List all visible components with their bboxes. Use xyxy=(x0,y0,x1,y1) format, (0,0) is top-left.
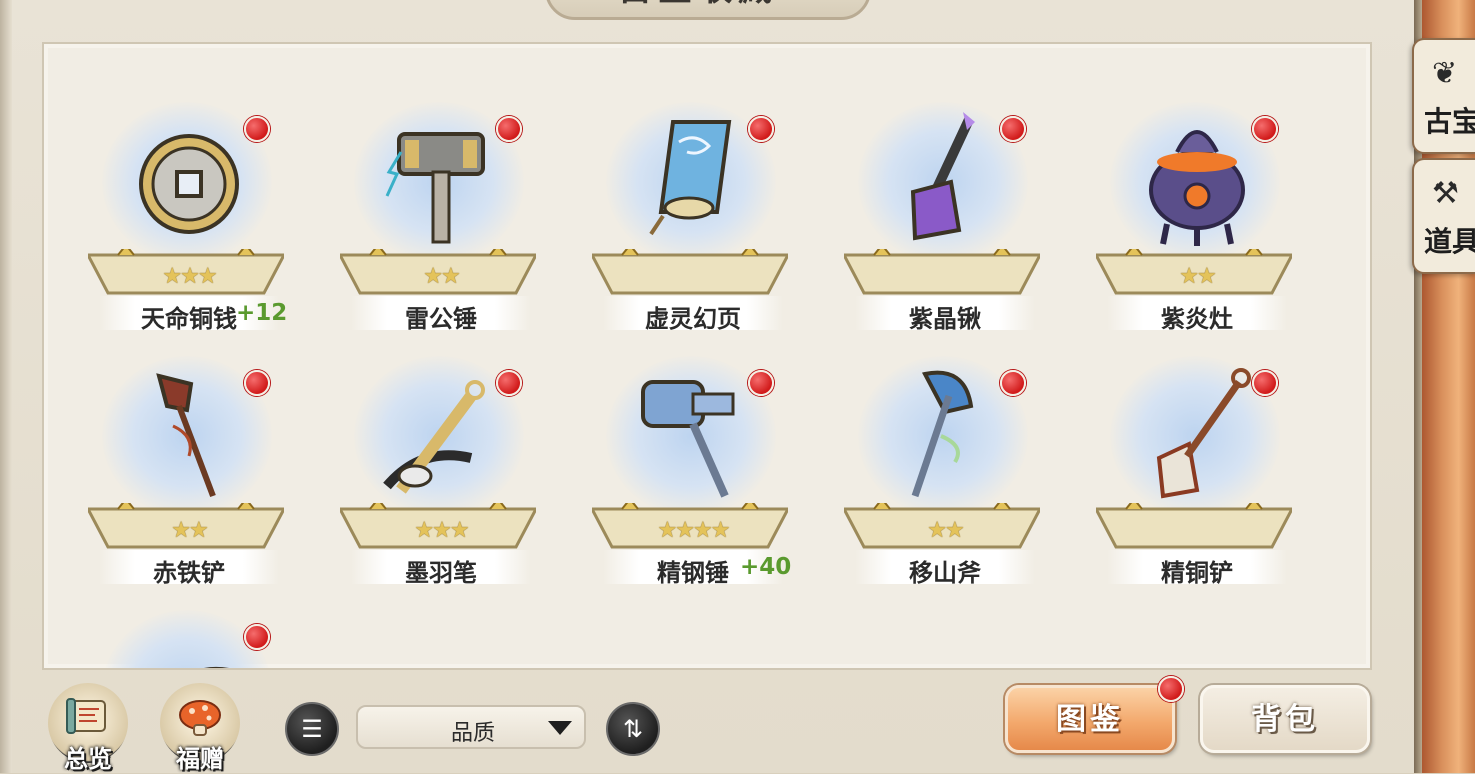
notification-dot xyxy=(496,116,522,142)
item-name: 精铜铲 xyxy=(1161,559,1233,587)
collection-item[interactable]: ★★ 紫炎灶 xyxy=(1092,74,1302,333)
collection-item[interactable]: ★★ 雷公锤 xyxy=(336,74,546,333)
codex-label: 图鉴 xyxy=(1056,702,1124,737)
item-pedestal xyxy=(1096,503,1292,549)
star-rating: ★★★ xyxy=(414,518,469,543)
item-name: 移山斧 xyxy=(909,559,981,587)
title-plaque: 古宝收藏 xyxy=(545,0,871,20)
sort-select[interactable]: 品质 xyxy=(356,705,586,749)
notification-dot xyxy=(1158,676,1184,702)
star-rating: ★★★★ xyxy=(657,518,731,543)
backpack-label: 背包 xyxy=(1251,702,1319,737)
item-grid: ★★★ 天命铜钱 +12 ★★ 雷公锤 虚灵幻页 紫晶锹 ★★ 紫炎灶 ★★ 赤铁铲 ★★★ 墨羽笔 ★★… xyxy=(44,44,1370,668)
collection-item[interactable] xyxy=(84,582,294,668)
gift-label: 福赠 xyxy=(176,745,224,773)
notification-dot xyxy=(244,116,270,142)
side-tab-label: 古宝 xyxy=(1424,105,1475,138)
list-filter-icon: ☰ xyxy=(301,715,323,743)
red-iron-shovel-icon xyxy=(156,373,216,498)
side-tab-label: 道具 xyxy=(1424,225,1475,258)
star-rating: ★★ xyxy=(171,518,208,543)
gift-button[interactable]: 福赠 xyxy=(160,683,240,773)
bottom-toolbar: 总览 福赠 ☰ 品质 ⇅ 图鉴 背包 xyxy=(0,675,1420,773)
item-pedestal xyxy=(592,249,788,295)
scroll-book-icon xyxy=(66,698,106,734)
star-rating: ★★ xyxy=(927,518,964,543)
filter-button[interactable]: ☰ xyxy=(285,702,339,756)
sort-order-button[interactable]: ⇅ xyxy=(606,702,660,756)
notification-dot xyxy=(1000,116,1026,142)
bronze-shovel-icon xyxy=(1156,368,1251,499)
star-rating: ★★ xyxy=(423,264,460,289)
notification-dot xyxy=(244,624,270,650)
collection-item[interactable]: ★★★ 天命铜钱 +12 xyxy=(84,74,294,333)
star-rating: ★★ xyxy=(1179,264,1216,289)
collection-item[interactable]: ★★★ 墨羽笔 xyxy=(336,328,546,587)
chevron-down-icon xyxy=(548,721,572,735)
notification-dot xyxy=(1252,370,1278,396)
amethyst-spade-icon xyxy=(910,112,975,241)
notification-dot xyxy=(1252,116,1278,142)
collection-item[interactable]: ★★ 移山斧 xyxy=(840,328,1050,587)
vine-boomerang-icon xyxy=(205,666,230,668)
star-rating: ★★★ xyxy=(162,264,217,289)
steel-hammer-icon xyxy=(641,380,735,498)
collection-item[interactable]: 虚灵幻页 xyxy=(588,74,798,333)
collection-item[interactable]: ★★ 赤铁铲 xyxy=(84,328,294,587)
swap-arrows-icon: ⇅ xyxy=(622,715,644,743)
item-name: 墨羽笔 xyxy=(405,559,477,587)
item-bonus: +40 xyxy=(740,554,792,580)
item-bonus: +12 xyxy=(236,300,288,326)
overview-label: 总览 xyxy=(64,745,112,773)
tool-icon: ⚒ xyxy=(1432,176,1459,211)
notification-dot xyxy=(496,370,522,396)
side-tab-treasure[interactable]: ❦ 古宝 xyxy=(1412,38,1475,154)
copper-coin-icon xyxy=(139,134,239,234)
overview-button[interactable]: 总览 xyxy=(48,683,128,773)
notification-dot xyxy=(748,116,774,142)
side-tab-props[interactable]: ⚒ 道具 xyxy=(1412,158,1475,274)
purple-stove-icon xyxy=(1149,130,1245,246)
item-pedestal xyxy=(844,249,1040,295)
collection-panel: ★★★ 天命铜钱 +12 ★★ 雷公锤 虚灵幻页 紫晶锹 ★★ 紫炎灶 ★★ 赤铁铲 ★★★ 墨羽笔 ★★… xyxy=(42,42,1372,670)
mushroom-gift-icon xyxy=(179,700,221,736)
thunder-hammer-icon xyxy=(385,132,485,244)
notification-dot xyxy=(244,370,270,396)
collection-item[interactable]: ★★★★ 精钢锤 +40 xyxy=(588,328,798,587)
collection-item[interactable]: 精铜铲 xyxy=(1092,328,1302,587)
game-screen: 古宝收藏 ★★★天命铜钱+12★★雷公锤虚灵幻页紫晶锹★★紫炎灶★★赤铁铲★★★… xyxy=(0,0,1475,773)
left-frame-edge xyxy=(0,0,12,773)
spirit-scroll-icon xyxy=(649,120,732,236)
backpack-button[interactable]: 背包 xyxy=(1200,685,1370,753)
ink-brush-icon xyxy=(383,380,485,494)
notification-dot xyxy=(1000,370,1026,396)
scroll-icon: ❦ xyxy=(1432,56,1458,91)
mountain-axe-icon xyxy=(911,370,974,498)
notification-dot xyxy=(748,370,774,396)
codex-button[interactable]: 图鉴 xyxy=(1005,685,1175,753)
page-title: 古宝收藏 xyxy=(618,0,778,10)
collection-item[interactable]: 紫晶锹 xyxy=(840,74,1050,333)
